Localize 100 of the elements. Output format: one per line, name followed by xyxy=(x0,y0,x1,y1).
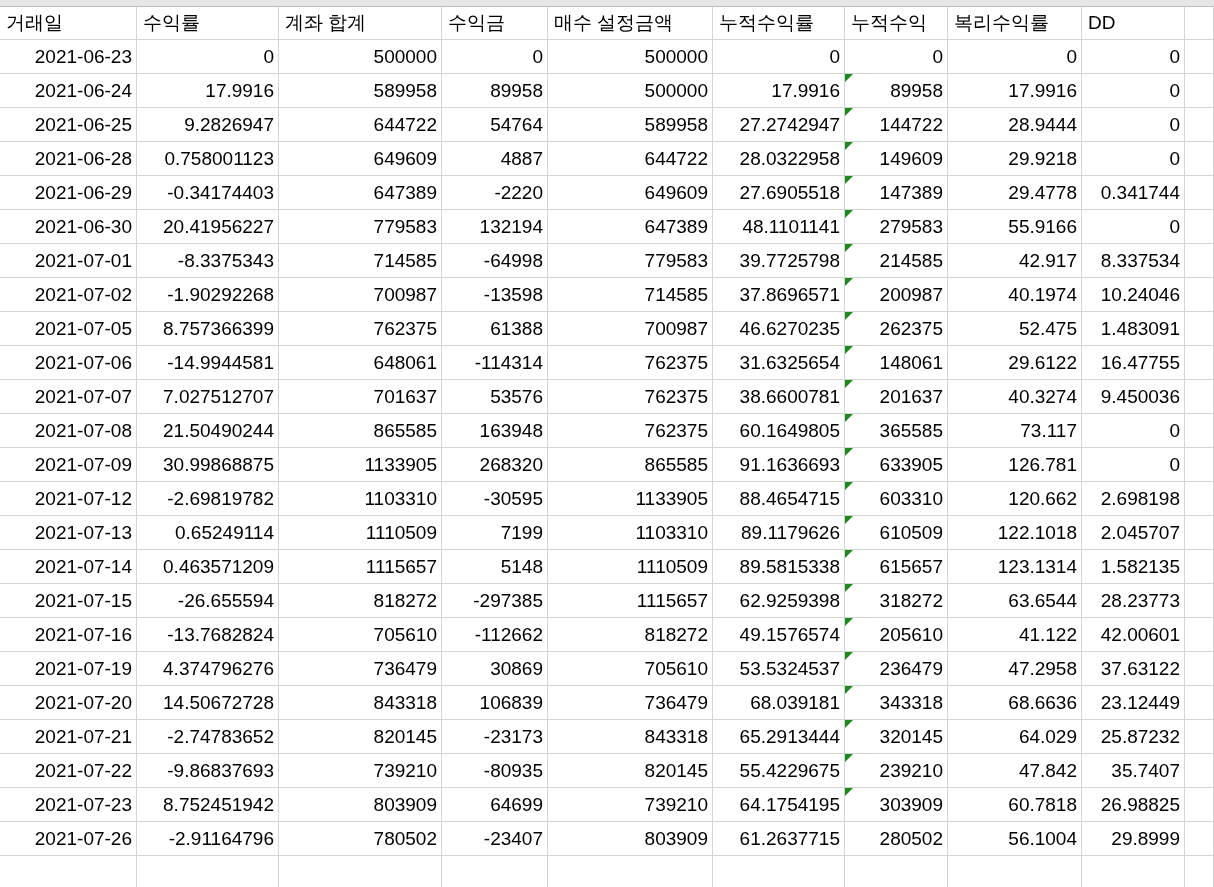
table-cell: 2021-07-08 xyxy=(0,414,137,448)
table-cell: 10.24046 xyxy=(1082,278,1185,312)
table-cell: 54764 xyxy=(442,108,548,142)
table-cell: 2021-07-16 xyxy=(0,618,137,652)
error-indicator-icon xyxy=(845,686,853,694)
table-cell: 2021-06-25 xyxy=(0,108,137,142)
error-indicator-icon xyxy=(845,516,853,524)
table-cell: 701637 xyxy=(279,380,442,414)
table-cell: -23173 xyxy=(442,720,548,754)
error-indicator-icon xyxy=(845,312,853,320)
table-cell: 28.23773 xyxy=(1082,584,1185,618)
table-cell: 303909 xyxy=(845,788,948,822)
error-indicator-icon xyxy=(845,210,853,218)
error-indicator-icon xyxy=(845,176,853,184)
table-cell: 56.1004 xyxy=(948,822,1082,856)
table-cell: 739210 xyxy=(279,754,442,788)
table-cell: 205610 xyxy=(845,618,948,652)
table-cell: 280502 xyxy=(845,822,948,856)
error-indicator-icon xyxy=(845,278,853,286)
table-cell: 649609 xyxy=(279,142,442,176)
table-cell: 55.4229675 xyxy=(713,754,845,788)
table-cell: 236479 xyxy=(845,652,948,686)
table-cell: 648061 xyxy=(279,346,442,380)
table-cell: 736479 xyxy=(279,652,442,686)
table-cell: 615657 xyxy=(845,550,948,584)
table-cell: -2.74783652 xyxy=(137,720,279,754)
empty-cell xyxy=(1185,584,1214,618)
table-cell: 2021-06-28 xyxy=(0,142,137,176)
table-cell: 0.341744 xyxy=(1082,176,1185,210)
table-cell: 647389 xyxy=(548,210,713,244)
table-cell: 2021-07-14 xyxy=(0,550,137,584)
table-cell: 0.463571209 xyxy=(137,550,279,584)
table-cell: 714585 xyxy=(279,244,442,278)
table-cell: 88.4654715 xyxy=(713,482,845,516)
table-cell: 2021-07-19 xyxy=(0,652,137,686)
table-cell: 2021-07-26 xyxy=(0,822,137,856)
table-cell: 779583 xyxy=(548,244,713,278)
table-cell: 41.122 xyxy=(948,618,1082,652)
empty-cell xyxy=(1185,550,1214,584)
error-indicator-icon xyxy=(845,380,853,388)
table-cell: -114314 xyxy=(442,346,548,380)
table-cell: 14.50672728 xyxy=(137,686,279,720)
error-indicator-icon xyxy=(845,448,853,456)
table-cell: 9.450036 xyxy=(1082,380,1185,414)
table-cell: 47.842 xyxy=(948,754,1082,788)
table-cell: 279583 xyxy=(845,210,948,244)
table-cell: 47.2958 xyxy=(948,652,1082,686)
table-cell: 0 xyxy=(845,40,948,74)
error-indicator-icon xyxy=(845,108,853,116)
table-cell: 2021-07-02 xyxy=(0,278,137,312)
table-cell: 42.917 xyxy=(948,244,1082,278)
table-cell: 29.4778 xyxy=(948,176,1082,210)
table-cell: -26.655594 xyxy=(137,584,279,618)
empty-cell xyxy=(1185,618,1214,652)
table-cell: 2021-07-23 xyxy=(0,788,137,822)
table-cell: 803909 xyxy=(548,822,713,856)
table-cell: 106839 xyxy=(442,686,548,720)
table-cell: 2021-07-06 xyxy=(0,346,137,380)
table-cell: 1115657 xyxy=(548,584,713,618)
table-cell: 268320 xyxy=(442,448,548,482)
table-cell: 0 xyxy=(1082,74,1185,108)
empty-cell xyxy=(1185,720,1214,754)
table-cell: 2021-06-24 xyxy=(0,74,137,108)
table-cell: 2021-07-01 xyxy=(0,244,137,278)
table-cell: 17.9916 xyxy=(948,74,1082,108)
empty-cell xyxy=(1185,278,1214,312)
column-header-cell: 수익금 xyxy=(442,7,548,40)
table-cell: 0 xyxy=(1082,142,1185,176)
table-cell: 29.9218 xyxy=(948,142,1082,176)
table-cell: 144722 xyxy=(845,108,948,142)
table-cell: 2021-06-29 xyxy=(0,176,137,210)
table-cell: 21.50490244 xyxy=(137,414,279,448)
table-cell: 37.63122 xyxy=(1082,652,1185,686)
table-cell: 123.1314 xyxy=(948,550,1082,584)
table-cell: 2.698198 xyxy=(1082,482,1185,516)
table-cell: 2021-07-22 xyxy=(0,754,137,788)
table-cell: 91.1636693 xyxy=(713,448,845,482)
error-indicator-icon xyxy=(845,550,853,558)
empty-cell xyxy=(1185,40,1214,74)
table-cell: 865585 xyxy=(548,448,713,482)
table-cell: 739210 xyxy=(548,788,713,822)
table-cell: 26.98825 xyxy=(1082,788,1185,822)
table-cell: 48.1101141 xyxy=(713,210,845,244)
table-cell: 2021-06-23 xyxy=(0,40,137,74)
table-cell: -13.7682824 xyxy=(137,618,279,652)
table-cell: 55.9166 xyxy=(948,210,1082,244)
table-cell: 39.7725798 xyxy=(713,244,845,278)
error-indicator-icon xyxy=(845,346,853,354)
table-cell: 147389 xyxy=(845,176,948,210)
table-cell: 2021-07-07 xyxy=(0,380,137,414)
table-cell: 1103310 xyxy=(279,482,442,516)
table-cell: 500000 xyxy=(548,40,713,74)
table-cell: 62.9259398 xyxy=(713,584,845,618)
table-cell: 163948 xyxy=(442,414,548,448)
table-cell: -80935 xyxy=(442,754,548,788)
table-cell: 633905 xyxy=(845,448,948,482)
table-cell: -1.90292268 xyxy=(137,278,279,312)
empty-cell xyxy=(1185,244,1214,278)
table-cell: 0 xyxy=(1082,414,1185,448)
table-cell: 343318 xyxy=(845,686,948,720)
